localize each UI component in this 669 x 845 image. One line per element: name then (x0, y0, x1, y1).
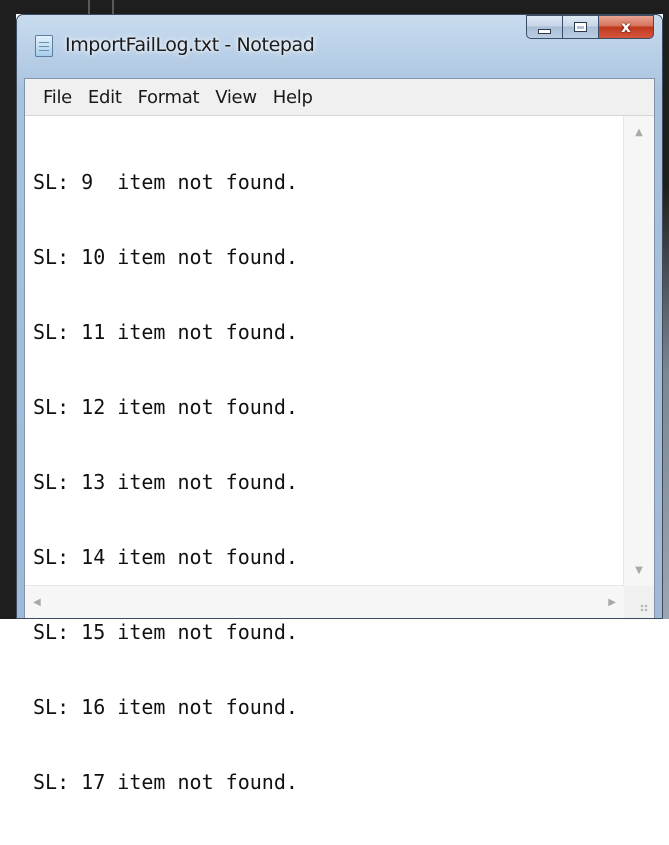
text-line: SL: 9 item not found. (33, 170, 298, 194)
background-divider (112, 0, 114, 14)
menu-help[interactable]: Help (265, 87, 321, 108)
notepad-window: ImportFailLog.txt - Notepad x File Edit … (16, 14, 663, 794)
minimize-button[interactable] (526, 15, 562, 39)
close-button[interactable]: x (598, 15, 654, 39)
desktop-background-left (0, 0, 16, 619)
caption-buttons: x (526, 15, 654, 39)
horizontal-scrollbar[interactable]: ◀ ▶ (25, 585, 624, 618)
text-line: SL: 17 item not found. (33, 770, 298, 794)
vertical-scrollbar[interactable]: ▲ ▼ (623, 116, 654, 586)
client-area: File Edit Format View Help SL: 9 item no… (24, 78, 655, 794)
scroll-down-arrow-icon[interactable]: ▼ (624, 556, 654, 584)
text-content[interactable]: SL: 9 item not found. SL: 10 item not fo… (33, 120, 614, 845)
menu-edit[interactable]: Edit (80, 87, 130, 108)
menu-format[interactable]: Format (130, 87, 208, 108)
desktop-background-right (663, 0, 669, 619)
scroll-right-arrow-icon[interactable]: ▶ (608, 586, 616, 618)
text-line: SL: 14 item not found. (33, 545, 298, 569)
text-line: SL: 11 item not found. (33, 320, 298, 344)
close-icon: x (621, 18, 631, 36)
maximize-button[interactable] (562, 15, 598, 39)
minimize-icon (538, 28, 551, 34)
desktop-background-top (0, 0, 669, 14)
menu-file[interactable]: File (35, 87, 80, 108)
background-divider (88, 0, 90, 14)
size-grip[interactable] (624, 586, 654, 618)
scroll-left-arrow-icon[interactable]: ◀ (33, 586, 41, 618)
menu-view[interactable]: View (207, 87, 265, 108)
text-line: SL: 12 item not found. (33, 395, 298, 419)
text-line: SL: 15 item not found. (33, 620, 298, 644)
text-line: SL: 10 item not found. (33, 245, 298, 269)
maximize-icon (574, 22, 587, 32)
scroll-up-arrow-icon[interactable]: ▲ (624, 118, 654, 146)
title-bar[interactable]: ImportFailLog.txt - Notepad x (17, 15, 662, 77)
window-title: ImportFailLog.txt - Notepad (65, 34, 315, 56)
notepad-icon[interactable] (35, 35, 53, 57)
text-line: SL: 13 item not found. (33, 470, 298, 494)
menu-bar: File Edit Format View Help (25, 79, 654, 116)
text-editor[interactable]: SL: 9 item not found. SL: 10 item not fo… (25, 116, 654, 794)
text-line: SL: 16 item not found. (33, 695, 298, 719)
